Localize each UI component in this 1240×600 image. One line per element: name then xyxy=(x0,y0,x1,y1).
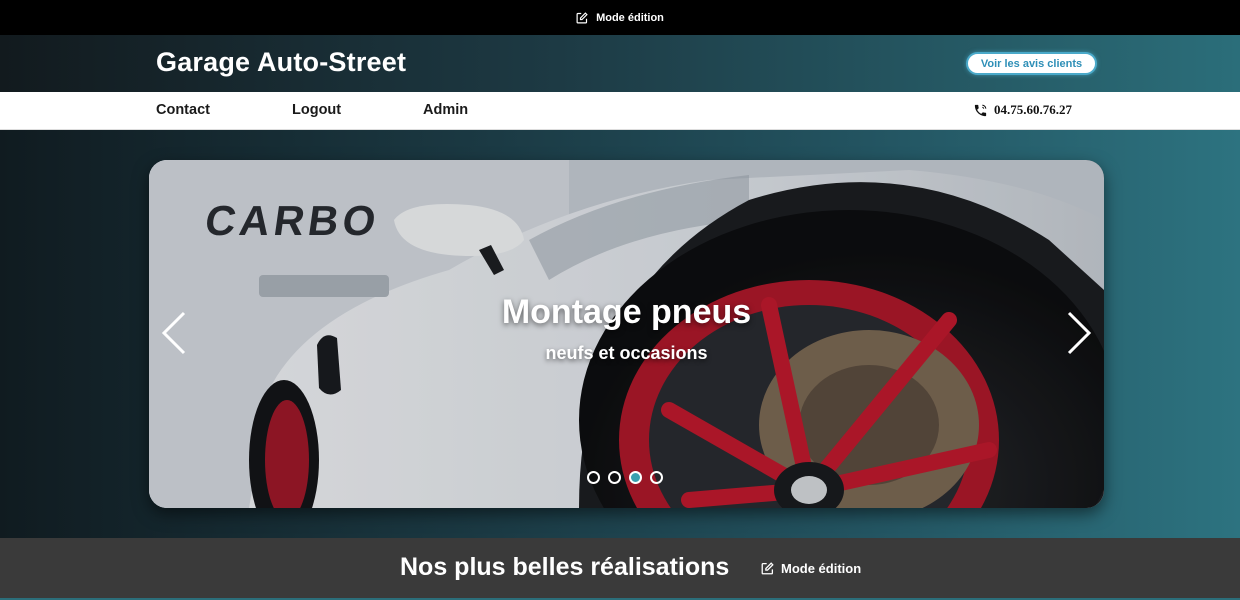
phone-icon xyxy=(974,104,987,116)
chevron-right-icon xyxy=(1067,311,1092,355)
carousel-dot-2[interactable] xyxy=(608,471,621,484)
carousel[interactable]: CARBO Montage pneus neufs et occasions xyxy=(149,160,1104,508)
section-edit-label: Mode édition xyxy=(781,561,862,576)
nav-item-contact[interactable]: Contact xyxy=(156,102,210,118)
phone-number: 04.75.60.76.27 xyxy=(994,102,1072,117)
slide-subtitle: neufs et occasions xyxy=(545,343,708,363)
edit-icon[interactable] xyxy=(576,11,588,24)
nav-item-admin[interactable]: Admin xyxy=(423,102,468,118)
section-edit-link[interactable]: Mode édition xyxy=(761,561,861,576)
nav-item-logout[interactable]: Logout xyxy=(292,102,341,118)
slide-image: CARBO xyxy=(149,160,1104,508)
carousel-prev-button[interactable] xyxy=(157,310,191,356)
carousel-dot-3[interactable] xyxy=(629,471,642,484)
chevron-left-icon xyxy=(161,311,186,355)
edit-mode-link[interactable]: Mode édition xyxy=(596,12,664,24)
main-nav: Contact Logout Admin 04.75.60.76.27 xyxy=(0,92,1240,130)
carousel-dot-4[interactable] xyxy=(650,471,663,484)
edit-icon xyxy=(761,562,774,575)
carousel-dot-1[interactable] xyxy=(587,471,600,484)
realisations-section: Nos plus belles réalisations Mode éditio… xyxy=(0,538,1240,600)
slide-title: Montage pneus xyxy=(501,293,752,331)
site-title[interactable]: Garage Auto-Street xyxy=(156,47,406,78)
admin-bar: Mode édition xyxy=(0,0,1240,35)
site-header: Garage Auto-Street Voir les avis clients xyxy=(0,35,1240,92)
reviews-button[interactable]: Voir les avis clients xyxy=(966,52,1097,75)
phone-link[interactable]: 04.75.60.76.27 xyxy=(973,102,1072,118)
carousel-indicators xyxy=(587,471,663,484)
section-title: Nos plus belles réalisations xyxy=(400,553,730,581)
hero-section: CARBO Montage pneus neufs et occasions xyxy=(0,130,1240,538)
carousel-next-button[interactable] xyxy=(1062,310,1096,356)
